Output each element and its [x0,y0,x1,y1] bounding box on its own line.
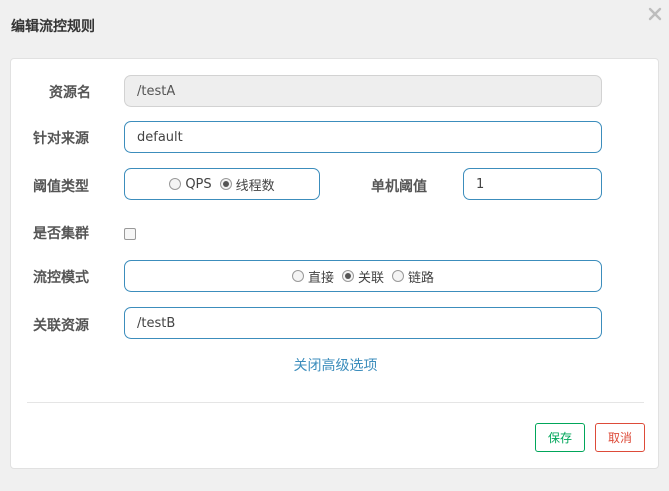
radio-option-direct[interactable]: 直接 [291,267,334,286]
radio-qps-label: QPS [185,176,212,192]
divider [27,402,644,403]
single-threshold-input[interactable] [463,168,602,200]
toggle-advanced-link[interactable]: 关闭高级选项 [11,355,660,375]
single-threshold-label: 单机阈值 [371,179,427,195]
radio-option-relate[interactable]: 关联 [341,267,384,286]
form-panel: 资源名 针对来源 阈值类型 QPS 线程数 单机阈值 是否集群 流控模式 直接 … [10,58,659,469]
radio-relate-label: 关联 [357,270,384,286]
radio-thread-count[interactable] [219,178,232,190]
ref-resource-label: 关联资源 [33,318,89,334]
radio-thread-count-label: 线程数 [235,178,275,194]
radio-chain-label: 链路 [408,270,435,286]
radio-qps[interactable] [169,178,182,190]
radio-option-chain[interactable]: 链路 [392,267,434,286]
cluster-mode-label: 是否集群 [33,226,89,242]
radio-direct[interactable] [291,270,304,282]
threshold-type-radio-group: QPS 线程数 [124,168,320,200]
save-button[interactable]: 保存 [535,423,585,452]
ref-resource-input[interactable] [124,307,602,339]
radio-option-qps[interactable]: QPS [169,176,212,192]
cluster-mode-checkbox[interactable] [124,228,136,240]
dialog-title: 编辑流控规则 [11,19,95,35]
threshold-type-label: 阈值类型 [33,179,89,195]
resource-name-label: 资源名 [49,85,91,101]
resource-name-input [124,75,602,107]
close-icon[interactable] [647,6,663,22]
radio-option-thread-count[interactable]: 线程数 [219,175,275,194]
control-mode-label: 流控模式 [33,270,89,286]
radio-chain[interactable] [392,270,404,282]
cancel-button[interactable]: 取消 [595,423,645,452]
radio-direct-label: 直接 [307,270,334,286]
radio-relate[interactable] [341,270,354,282]
limit-app-label: 针对来源 [33,131,89,147]
control-mode-radio-group: 直接 关联 链路 [124,260,602,292]
limit-app-input[interactable] [124,121,602,153]
